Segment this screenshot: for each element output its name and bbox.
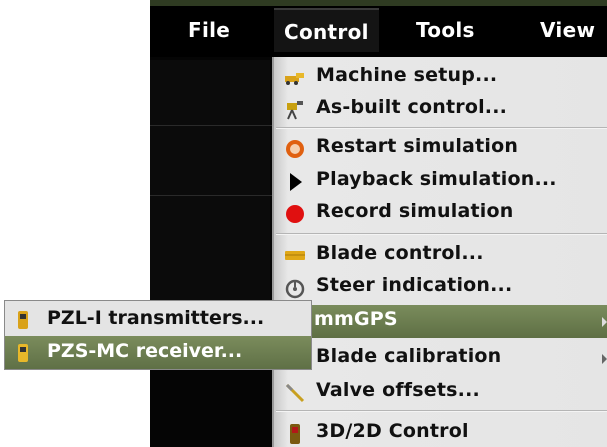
menu-item-label: Machine setup... bbox=[316, 64, 498, 86]
menu-item-record-simulation[interactable]: Record simulation bbox=[274, 197, 607, 230]
submenu-item-label: PZL-I transmitters... bbox=[47, 307, 265, 329]
submenu-item-pzl-transmitters[interactable]: PZL-I transmitters... bbox=[5, 303, 311, 336]
steer-icon bbox=[284, 277, 306, 299]
menu-item-label: Playback simulation... bbox=[316, 168, 557, 190]
menu-item-blade-control[interactable]: Blade control... bbox=[274, 239, 607, 272]
menu-control[interactable]: Control bbox=[274, 8, 379, 52]
menu-item-label: Steer indication... bbox=[316, 274, 513, 296]
menu-item-steer-indication[interactable]: Steer indication... bbox=[274, 271, 607, 304]
divider bbox=[150, 195, 272, 196]
menu-item-label: Blade control... bbox=[316, 242, 484, 264]
menu-bar: File Control Tools View bbox=[150, 0, 607, 57]
survey-icon bbox=[284, 99, 306, 121]
menu-view[interactable]: View bbox=[540, 8, 595, 52]
menu-item-label: Restart simulation bbox=[316, 135, 519, 157]
divider bbox=[150, 125, 272, 126]
submenu-item-pzs-mc-receiver[interactable]: PZS-MC receiver... bbox=[5, 336, 311, 369]
restart-icon bbox=[284, 138, 306, 160]
menu-separator bbox=[276, 410, 607, 412]
wrench-icon bbox=[284, 382, 306, 404]
play-icon bbox=[284, 171, 306, 193]
menu-bar-top-edge bbox=[150, 0, 607, 6]
mmgps-submenu: PZL-I transmitters... PZS-MC receiver... bbox=[4, 300, 312, 370]
menu-item-playback-simulation[interactable]: Playback simulation... bbox=[274, 165, 607, 198]
menu-item-blade-calibration[interactable]: Blade calibration bbox=[274, 342, 607, 375]
menu-item-label: Blade calibration bbox=[316, 345, 502, 367]
menu-item-3d-2d-control[interactable]: 3D/2D Control bbox=[274, 417, 607, 447]
menu-item-label: As-built control... bbox=[316, 96, 508, 118]
device-icon bbox=[284, 423, 306, 445]
menu-item-label: 3D/2D Control bbox=[316, 420, 469, 442]
receiver-icon bbox=[15, 342, 31, 364]
menu-item-label: mmGPS bbox=[314, 308, 398, 330]
submenu-item-label: PZS-MC receiver... bbox=[47, 340, 243, 362]
menu-item-valve-offsets[interactable]: Valve offsets... bbox=[274, 376, 607, 409]
control-dropdown-menu: Machine setup... As-built control... Res… bbox=[272, 57, 607, 447]
transmitter-icon bbox=[15, 309, 31, 331]
menu-item-as-built-control[interactable]: As-built control... bbox=[274, 93, 607, 126]
menu-tools[interactable]: Tools bbox=[416, 8, 475, 52]
menu-separator bbox=[276, 233, 607, 235]
blade-icon bbox=[284, 245, 306, 267]
machine-icon bbox=[284, 67, 306, 89]
menu-item-label: Record simulation bbox=[316, 200, 514, 222]
record-icon bbox=[284, 203, 306, 225]
menu-item-label: Valve offsets... bbox=[316, 379, 480, 401]
submenu-arrow-icon bbox=[602, 317, 607, 327]
left-panel-strip bbox=[150, 60, 270, 315]
menu-item-machine-setup[interactable]: Machine setup... bbox=[274, 61, 607, 94]
menu-separator bbox=[276, 127, 607, 129]
menu-file[interactable]: File bbox=[188, 8, 230, 52]
submenu-arrow-icon bbox=[602, 354, 607, 364]
menu-item-restart-simulation[interactable]: Restart simulation bbox=[274, 132, 607, 165]
menu-item-mmgps[interactable]: mmGPS bbox=[274, 305, 607, 338]
